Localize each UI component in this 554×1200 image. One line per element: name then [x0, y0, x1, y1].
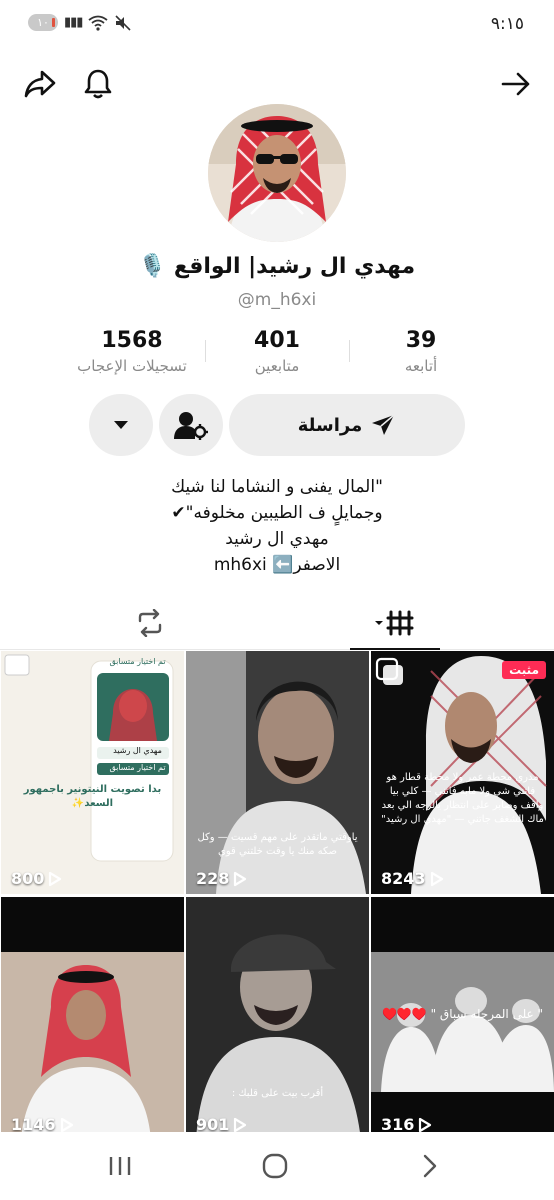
profile-bio: "المال يفنى و النشاما لنا شيك وجمايلٍ ف … [0, 474, 554, 578]
card-bottom-text: تم اختيار متسابق [109, 763, 166, 772]
pinned-badge: مثبت [502, 661, 546, 679]
share-icon[interactable] [18, 62, 62, 106]
recent-apps-icon [109, 1157, 131, 1175]
message-label: مراسلة [297, 414, 363, 436]
content-tabs [0, 596, 554, 650]
status-time: ٩:١٥ [490, 14, 524, 34]
home-icon [262, 1153, 288, 1179]
more-dropdown-button[interactable] [89, 394, 153, 456]
view-count-value: 800 [11, 869, 45, 888]
view-count: 228 [196, 869, 247, 888]
bell-icon[interactable] [76, 62, 120, 106]
user-settings-button[interactable] [159, 394, 223, 456]
stat-likes[interactable]: 1568 تسجيلات الإعجاب [52, 328, 212, 375]
battery-level: ١٠ [37, 16, 49, 29]
active-tab-indicator [350, 648, 440, 650]
avatar[interactable] [208, 104, 346, 242]
back-button[interactable] [400, 1146, 460, 1186]
likes-count: 1568 [101, 328, 163, 353]
user-gear-icon [174, 412, 208, 440]
video-tile[interactable]: مثبت مدري محطة عمر ولا محطة قطار هو فاتن… [371, 651, 554, 894]
send-icon [372, 414, 395, 435]
view-count-value: 8243 [381, 869, 426, 888]
home-button[interactable] [245, 1146, 305, 1186]
video-tile[interactable]: أقرب بيت على قلبك : 901 [186, 897, 369, 1140]
video-tile[interactable]: " على المرجله سباق " ♥️♥️♥️ 316 [371, 897, 554, 1140]
video-thumbnail [1, 897, 184, 1140]
bio-line: وجمايلٍ ف الطيبين مخلوفه"✔ [171, 503, 383, 523]
signal-icon: ▮▮▮ [64, 15, 83, 30]
following-label: أتابعه [404, 357, 438, 375]
likes-label: تسجيلات الإعجاب [77, 357, 187, 375]
bio-line: "المال يفنى و النشاما لنا شيك [171, 477, 383, 497]
profile-stats: 1568 تسجيلات الإعجاب 401 متابعين 39 أتاب… [0, 328, 554, 388]
bio-line: الاصفر⬅️ mh6xi [213, 555, 341, 575]
bio-line: مهدي ال رشيد [225, 529, 329, 549]
video-grid: مثبت مدري محطة عمر ولا محطة قطار هو فاتن… [0, 651, 554, 1140]
following-count: 39 [405, 328, 437, 353]
tab-videos[interactable] [335, 596, 455, 650]
video-caption: أقرب بيت على قلبك : [231, 1088, 324, 1099]
card-top-text: تم اختيار متسابق [109, 657, 166, 666]
mute-icon [115, 14, 132, 31]
repost-icon [138, 609, 162, 637]
message-button[interactable]: مراسلة [229, 394, 465, 456]
view-count-value: 228 [196, 869, 230, 888]
video-caption: بدا تصويت النيتونير باجمهور السعد✨ [23, 784, 162, 809]
tab-reposts[interactable] [90, 596, 210, 650]
battery-icon: ١٠ [28, 14, 58, 31]
stat-following[interactable]: 39 أتابعه [341, 328, 501, 375]
video-tile[interactable]: ياوقتي ماتقدر على مهم قسيت — وكل صكه منك… [186, 651, 369, 894]
status-bar: ١٠ ▮▮▮ ٩:١٥ [0, 0, 554, 50]
system-nav-bar [0, 1132, 554, 1200]
back-icon [423, 1154, 437, 1178]
caret-down-icon [114, 421, 128, 429]
followers-count: 401 [254, 328, 300, 353]
play-icon [49, 871, 62, 886]
profile-actions: مراسلة [0, 394, 554, 458]
video-tile[interactable]: تم اختيار متسابق مهدي ال رشيد تم اختيار … [1, 651, 184, 894]
view-count: 800 [11, 869, 62, 888]
video-thumbnail [186, 897, 369, 1140]
followers-label: متابعين [254, 357, 300, 375]
play-icon [234, 871, 247, 886]
view-count: 8243 [381, 869, 444, 888]
video-caption: ياوقتي ماتقدر على مهم قسيت — وكل صكه منك… [197, 832, 358, 857]
video-caption: مدري محطة عمر ولا محطة قطار هو فاتني شي … [381, 772, 544, 825]
username-handle: @m_h6xi [237, 290, 317, 310]
play-icon [60, 1117, 73, 1132]
video-caption: " على المرجله سباق " ♥️♥️♥️ [381, 1007, 544, 1021]
wifi-icon [88, 15, 109, 31]
status-icons: ١٠ ▮▮▮ [28, 14, 132, 31]
recent-apps-button[interactable] [90, 1146, 150, 1186]
video-tile[interactable]: 1146 [1, 897, 184, 1140]
play-icon [419, 1117, 432, 1132]
grid-icon [375, 610, 414, 636]
card-name-text: مهدي ال رشيد [113, 746, 162, 755]
display-name: مهدي ال رشيد| الواقع 🎙️ [138, 254, 416, 279]
play-icon [430, 871, 443, 886]
play-icon [234, 1117, 247, 1132]
stat-followers[interactable]: 401 متابعين [197, 328, 357, 375]
back-arrow-icon[interactable] [494, 62, 538, 106]
